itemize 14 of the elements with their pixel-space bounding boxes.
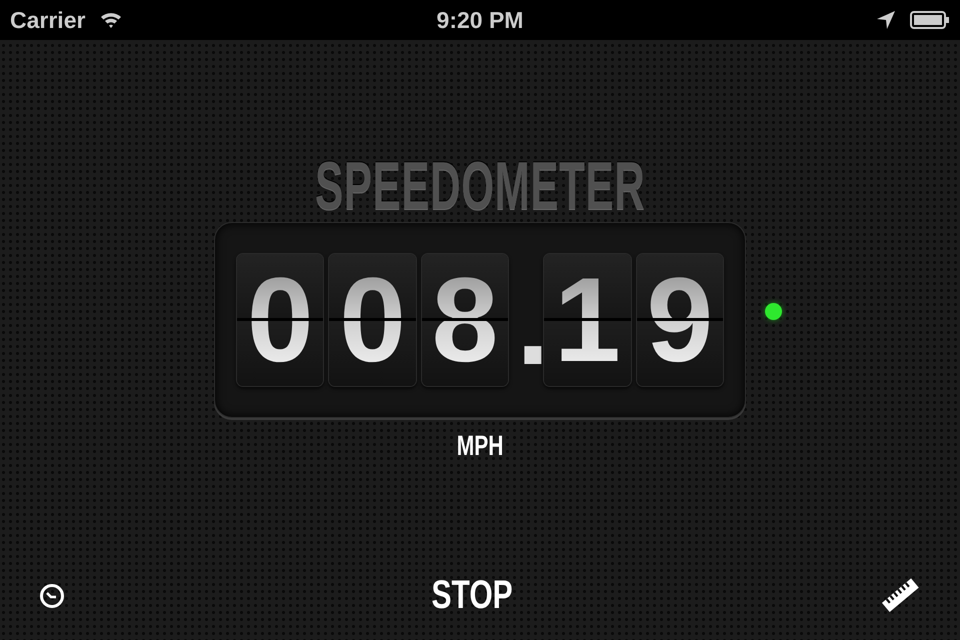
- flip-digit: 8: [422, 254, 508, 386]
- wifi-icon: [99, 11, 124, 29]
- flip-digit: 1: [544, 254, 631, 386]
- unit-label: MPH: [456, 430, 504, 462]
- carrier-name: Carrier: [10, 6, 86, 34]
- flip-digit: 9: [636, 254, 724, 386]
- app-title: SPEEDOMETER: [314, 147, 646, 226]
- flip-digit: 0: [329, 254, 416, 386]
- clock-icon[interactable]: [39, 582, 65, 608]
- clock-time: 9:20 PM: [436, 6, 524, 34]
- stop-button[interactable]: STOP: [431, 573, 513, 618]
- location-arrow-icon: [876, 10, 896, 30]
- flip-digit: 0: [237, 254, 324, 386]
- battery-icon: [910, 11, 950, 29]
